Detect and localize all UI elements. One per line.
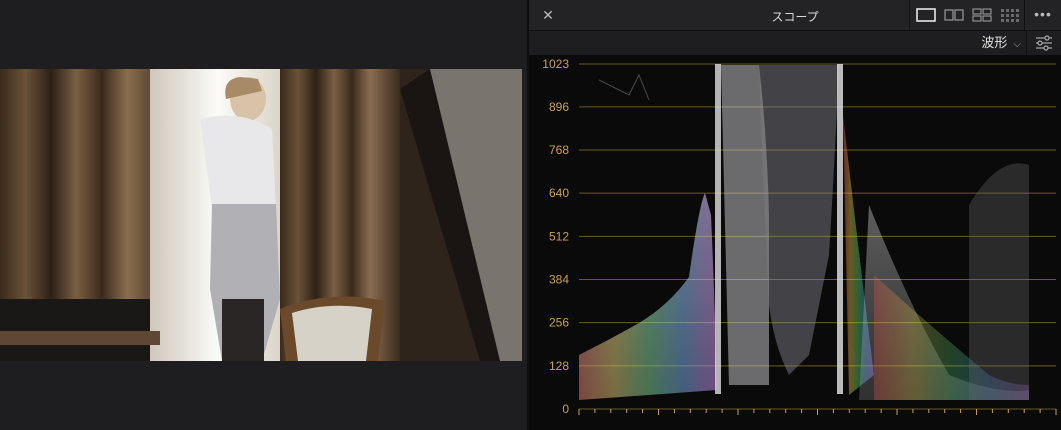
y-tick-label: 896 xyxy=(549,100,569,114)
y-tick-label: 128 xyxy=(549,359,569,373)
waveform-x-ticks xyxy=(578,409,1057,415)
waveform-trace xyxy=(579,64,1029,400)
sliders-icon[interactable] xyxy=(1026,31,1061,55)
waveform-graph: 1023 896 768 640 512 384 256 128 0 xyxy=(542,57,1057,416)
waveform-scope: 1023 896 768 640 512 384 256 128 0 xyxy=(529,55,1061,430)
scope-titlebar: ✕ スコープ ••• xyxy=(529,0,1061,31)
scope-toolbar: 波形 ⌵ xyxy=(529,31,1061,56)
multi-grid-icon[interactable] xyxy=(1000,8,1020,22)
waveform-axis-labels: 1023 896 768 640 512 384 256 128 0 xyxy=(542,57,569,416)
y-tick-label: 256 xyxy=(549,316,569,330)
y-tick-label: 0 xyxy=(562,402,569,416)
more-icon[interactable]: ••• xyxy=(1024,0,1061,30)
y-tick-label: 768 xyxy=(549,143,569,157)
scope-mode-label: 波形 xyxy=(981,35,1008,50)
y-tick-label: 384 xyxy=(549,272,569,286)
scope-mode-dropdown[interactable]: 波形 ⌵ xyxy=(981,34,1021,52)
viewer-panel xyxy=(0,0,528,430)
video-image xyxy=(0,69,522,361)
y-tick-label: 512 xyxy=(549,229,569,243)
single-view-icon[interactable] xyxy=(916,8,936,22)
quad-view-icon[interactable] xyxy=(972,8,992,22)
y-tick-label: 1023 xyxy=(542,57,569,71)
layout-buttons xyxy=(909,0,1026,30)
y-tick-label: 640 xyxy=(549,186,569,200)
scope-panel: ✕ スコープ ••• 波形 ⌵ 1023 896 768 640 512 384… xyxy=(529,0,1061,430)
video-frame[interactable] xyxy=(0,69,522,361)
dual-view-icon[interactable] xyxy=(944,8,964,22)
chevron-down-icon: ⌵ xyxy=(1013,39,1021,50)
